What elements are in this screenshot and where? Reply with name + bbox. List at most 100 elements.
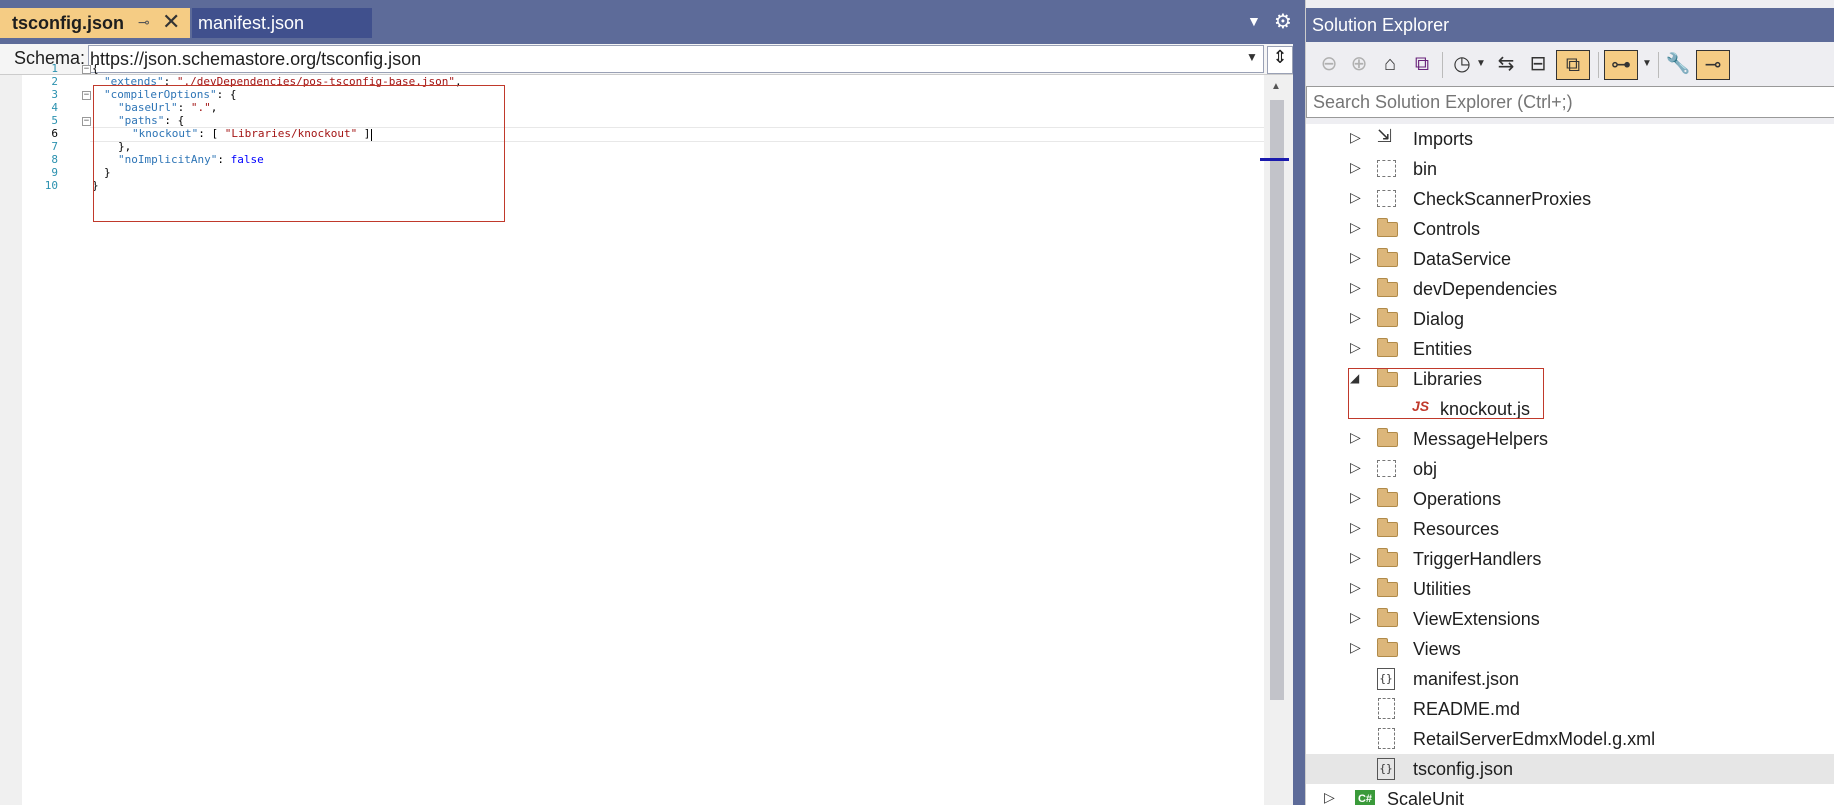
tree-item-dialog[interactable]: ▷ Dialog — [1306, 304, 1834, 334]
tree-item-obj[interactable]: ▷ obj — [1306, 454, 1834, 484]
line-number: 7 — [51, 140, 58, 153]
solution-explorer-toolbar: ⊖ ⊕ ⌂ ⧉ ◷ ▼ ⇆ ⊟ ⧉ ⊶ ▼ 🔧 ⊸ — [1306, 42, 1834, 86]
preview-selected-items-icon[interactable]: ⊶ — [1604, 50, 1638, 80]
line-number: 3 — [51, 88, 58, 101]
json-file-icon: {} — [1377, 668, 1395, 690]
expand-arrow-icon[interactable]: ▷ — [1350, 309, 1361, 326]
pending-changes-filter-icon[interactable]: ◷ — [1448, 50, 1476, 80]
tree-item-retailserveredmxmodel[interactable]: RetailServerEdmxModel.g.xml — [1306, 724, 1834, 754]
line-number: 5 — [51, 114, 58, 127]
search-box[interactable] — [1306, 86, 1834, 118]
fold-collapse-icon[interactable]: − — [82, 91, 91, 100]
tree-item-scaleunit[interactable]: ▷ C# ScaleUnit — [1306, 784, 1834, 805]
highlight-box — [1348, 368, 1544, 419]
expand-arrow-icon[interactable]: ▷ — [1350, 189, 1361, 206]
expand-arrow-icon[interactable]: ▷ — [1350, 579, 1361, 596]
line-number: 9 — [51, 166, 58, 179]
close-icon[interactable]: ✕ — [162, 9, 180, 35]
expand-arrow-icon[interactable]: ▷ — [1350, 159, 1361, 176]
wrench-icon[interactable]: 🔧 — [1664, 50, 1692, 80]
solution-explorer: Solution Explorer ⊖ ⊕ ⌂ ⧉ ◷ ▼ ⇆ ⊟ ⧉ ⊶ ▼ … — [1305, 0, 1834, 805]
expand-arrow-icon[interactable]: ▷ — [1350, 429, 1361, 446]
tree-item-utilities[interactable]: ▷ Utilities — [1306, 574, 1834, 604]
tree-item-label: Utilities — [1413, 579, 1472, 599]
tree-item-label: Operations — [1413, 489, 1502, 509]
tree-item-tsconfig-json[interactable]: {} tsconfig.json — [1306, 754, 1834, 784]
expand-arrow-icon[interactable]: ▷ — [1350, 219, 1361, 236]
tab-manifest-json[interactable]: manifest.json — [192, 8, 372, 38]
tree-item-views[interactable]: ▷ Views — [1306, 634, 1834, 664]
pin-icon[interactable]: ⊸ — [138, 14, 150, 31]
forward-icon[interactable]: ⊕ — [1346, 50, 1372, 80]
json-file-icon: {} — [1377, 758, 1395, 780]
expand-arrow-icon[interactable]: ▷ — [1350, 609, 1361, 626]
chevron-down-icon[interactable]: ▼ — [1246, 50, 1258, 64]
tree-item-label: tsconfig.json — [1413, 759, 1514, 779]
search-input[interactable] — [1307, 87, 1827, 117]
expand-arrow-icon[interactable]: ▷ — [1350, 279, 1361, 296]
dotted-folder-icon — [1377, 160, 1396, 177]
tree-item-triggerhandlers[interactable]: ▷ TriggerHandlers — [1306, 544, 1834, 574]
tab-label: tsconfig.json — [12, 12, 124, 33]
tree-item-label: ScaleUnit — [1387, 789, 1465, 805]
expand-arrow-icon[interactable]: ▷ — [1350, 519, 1361, 536]
gear-icon[interactable]: ⚙ — [1274, 9, 1292, 34]
tree-item-entities[interactable]: ▷ Entities — [1306, 334, 1834, 364]
vertical-scrollbar[interactable]: ▲ — [1260, 75, 1293, 805]
tree-item-checkscannerproxies[interactable]: ▷ CheckScannerProxies — [1306, 184, 1834, 214]
expand-arrow-icon[interactable]: ▷ — [1324, 789, 1335, 805]
tree-item-resources[interactable]: ▷ Resources — [1306, 514, 1834, 544]
expand-arrow-icon[interactable]: ▷ — [1350, 129, 1361, 146]
tree-item-label: DataService — [1413, 249, 1512, 269]
tree-item-manifest-json[interactable]: {} manifest.json — [1306, 664, 1834, 694]
tree-item-viewextensions[interactable]: ▷ ViewExtensions — [1306, 604, 1834, 634]
expand-arrow-icon[interactable]: ▷ — [1350, 639, 1361, 656]
tree-item-readme-md[interactable]: README.md — [1306, 694, 1834, 724]
tree-item-bin[interactable]: ▷ bin — [1306, 154, 1834, 184]
tree-item-messagehelpers[interactable]: ▷ MessageHelpers — [1306, 424, 1834, 454]
home-icon[interactable]: ⌂ — [1376, 50, 1404, 80]
tree-item-label: RetailServerEdmxModel.g.xml — [1413, 729, 1656, 749]
collapse-all-icon[interactable]: ⊟ — [1524, 50, 1552, 80]
line-number: 8 — [51, 153, 58, 166]
line-number-current: 6 — [51, 127, 58, 140]
fold-collapse-icon[interactable]: − — [82, 65, 91, 74]
folder-icon — [1377, 338, 1398, 357]
tree-item-label: Entities — [1413, 339, 1473, 359]
tree-item-label: Imports — [1413, 129, 1474, 149]
folder-icon — [1377, 308, 1398, 327]
split-editor-button[interactable]: ⇕ — [1267, 46, 1293, 74]
expand-arrow-icon[interactable]: ▷ — [1350, 249, 1361, 266]
code-editor[interactable]: 1 2 3 4 5 6 7 8 9 10 − − − { "extends": … — [0, 62, 1264, 805]
sync-with-active-document-icon[interactable]: ⇆ — [1492, 50, 1520, 80]
scrollbar-thumb[interactable] — [1270, 100, 1284, 700]
fold-collapse-icon[interactable]: − — [82, 117, 91, 126]
tree-item-operations[interactable]: ▷ Operations — [1306, 484, 1834, 514]
tree-item-dataservice[interactable]: ▷ DataService — [1306, 244, 1834, 274]
tree-item-imports[interactable]: ▷ ⇲ Imports — [1306, 124, 1834, 154]
folder-icon — [1377, 248, 1398, 267]
tree-item-devdependencies[interactable]: ▷ devDependencies — [1306, 274, 1834, 304]
schema-bar: Schema: https://json.schemastore.org/tsc… — [0, 44, 1293, 75]
dotted-file-icon — [1378, 698, 1395, 719]
expand-arrow-icon[interactable]: ▷ — [1350, 459, 1361, 476]
show-all-files-icon[interactable]: ⧉ — [1556, 50, 1590, 80]
tree-item-controls[interactable]: ▷ Controls — [1306, 214, 1834, 244]
tree-item-label: devDependencies — [1413, 279, 1558, 299]
expand-arrow-icon[interactable]: ▷ — [1350, 339, 1361, 356]
expand-arrow-icon[interactable]: ▷ — [1350, 549, 1361, 566]
dropdown-arrow-icon[interactable]: ▼ — [1474, 50, 1488, 80]
schema-url-combobox[interactable]: https://json.schemastore.org/tsconfig.js… — [88, 45, 1264, 73]
expand-arrow-icon[interactable]: ▷ — [1350, 489, 1361, 506]
folder-icon — [1377, 578, 1398, 597]
tree-item-label: obj — [1413, 459, 1438, 479]
back-icon[interactable]: ⊖ — [1316, 50, 1342, 80]
folder-icon — [1377, 428, 1398, 447]
switch-views-icon[interactable]: ⧉ — [1408, 50, 1436, 80]
scroll-up-icon[interactable]: ▲ — [1271, 81, 1281, 92]
tab-tsconfig-json[interactable]: tsconfig.json ⊸ ✕ — [0, 8, 190, 38]
tab-overflow-dropdown-icon[interactable]: ▼ — [1247, 13, 1261, 29]
pin-icon[interactable]: ⊸ — [1696, 50, 1730, 80]
dropdown-arrow-icon[interactable]: ▼ — [1640, 50, 1654, 80]
imports-icon: ⇲ — [1377, 126, 1393, 146]
